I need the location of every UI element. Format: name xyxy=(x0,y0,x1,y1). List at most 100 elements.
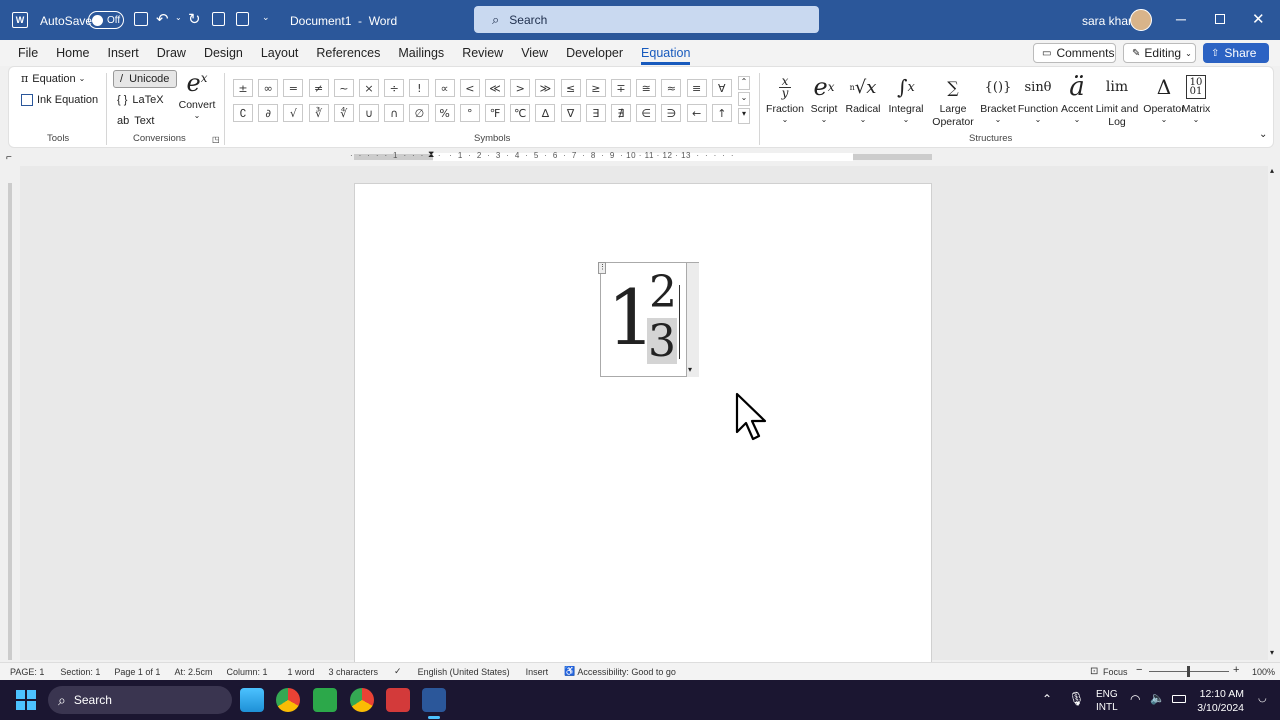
status-section[interactable]: Section: 1 xyxy=(60,667,100,677)
close-icon[interactable]: ✕ xyxy=(1252,10,1265,28)
share-button[interactable]: ⇧ Share xyxy=(1203,43,1269,63)
equation-numerator[interactable]: 2 xyxy=(649,267,677,319)
search-box[interactable]: ⌕ Search xyxy=(474,6,819,33)
symbol-button[interactable]: ∀ xyxy=(711,79,732,97)
equation-button[interactable]: π Equation ⌄ xyxy=(21,72,85,85)
status-page[interactable]: PAGE: 1 xyxy=(10,667,44,677)
matrix-button[interactable]: 10 01 Matrix ⌄ xyxy=(1181,71,1211,124)
notification-icon[interactable]: ◡ xyxy=(1258,693,1267,704)
equation-handle-icon[interactable]: ⋮ xyxy=(598,262,606,274)
limit-log-button[interactable]: lim Limit and Log xyxy=(1093,71,1141,129)
zoom-slider-thumb[interactable] xyxy=(1187,666,1190,677)
symbol-button[interactable]: ≫ xyxy=(535,79,556,97)
symbol-button[interactable]: ∅ xyxy=(409,104,430,122)
equation-box[interactable]: ⋮ 1 2 3 ▾ xyxy=(598,262,699,377)
large-operator-button[interactable]: ∑ Large Operator xyxy=(921,71,985,129)
undo-dropdown-icon[interactable]: ⌄ xyxy=(175,13,182,22)
symbol-button[interactable]: ∓ xyxy=(611,79,631,97)
status-column[interactable]: Column: 1 xyxy=(226,667,267,677)
vertical-scrollbar[interactable]: ▴ ▾ xyxy=(1268,166,1280,660)
symbol-button[interactable]: ℃ xyxy=(510,104,531,122)
radical-button[interactable]: n √ x Radical ⌄ xyxy=(843,71,883,125)
symbol-button[interactable]: √ xyxy=(283,104,304,122)
equation-options-bar[interactable] xyxy=(686,263,699,377)
autosave-toggle[interactable]: Off xyxy=(88,11,124,29)
collapse-ribbon-icon[interactable]: ⌄ xyxy=(1259,129,1267,140)
tab-view[interactable]: View xyxy=(521,46,548,60)
redo-icon[interactable]: ↻ xyxy=(188,10,201,28)
symbol-button[interactable]: ∛ xyxy=(308,104,329,122)
chevron-up-icon[interactable]: ⌃ xyxy=(1042,692,1052,706)
accent-button[interactable]: ä Accent ⌄ xyxy=(1059,71,1095,124)
editing-button[interactable]: ✎ Editing ⌄ xyxy=(1123,43,1196,63)
symbol-button[interactable]: ≤ xyxy=(560,79,581,97)
camtasia-green-icon[interactable] xyxy=(313,688,337,712)
symbol-button[interactable]: ≪ xyxy=(485,79,505,97)
symbol-button[interactable]: ∋ xyxy=(661,104,682,122)
status-page-of[interactable]: Page 1 of 1 xyxy=(114,667,160,677)
bracket-button[interactable]: {()} Bracket ⌄ xyxy=(977,71,1019,125)
vertical-ruler[interactable] xyxy=(0,166,20,660)
horizontal-ruler[interactable]: ⌐ · · · · · 1 · · · · · · 1 · 2 · 3 · 4 … xyxy=(0,148,1280,166)
symbol-button[interactable]: ≠ xyxy=(308,79,329,97)
wifi-icon[interactable]: ◠ xyxy=(1130,692,1140,706)
symbol-button[interactable]: ∞ xyxy=(258,79,279,97)
tab-home[interactable]: Home xyxy=(56,46,89,60)
symbol-button[interactable]: = xyxy=(283,79,304,97)
minimize-icon[interactable]: ─ xyxy=(1176,11,1186,27)
focus-button[interactable]: Focus xyxy=(1103,667,1128,677)
function-button[interactable]: sinθ Function ⌄ xyxy=(1017,71,1059,125)
convert-button[interactable]: ex Convert ⌄ xyxy=(177,69,217,120)
tab-mailings[interactable]: Mailings xyxy=(398,46,444,60)
windows-start-icon[interactable] xyxy=(16,690,36,710)
zoom-level[interactable]: 100% xyxy=(1252,667,1275,677)
symbol-button[interactable]: ∜ xyxy=(333,104,354,122)
symbols-more-icon[interactable]: ▾ xyxy=(738,108,750,124)
symbol-button[interactable]: ° xyxy=(459,104,480,122)
symbol-button[interactable]: ≥ xyxy=(585,79,606,97)
status-language[interactable]: English (United States) xyxy=(418,667,510,677)
symbol-button[interactable]: ∇ xyxy=(560,104,581,122)
equation-options-icon[interactable]: ▾ xyxy=(688,365,692,374)
status-at[interactable]: At: 2.5cm xyxy=(174,667,212,677)
symbol-button[interactable]: ≈ xyxy=(661,79,682,97)
restore-icon[interactable] xyxy=(1215,14,1225,24)
microphone-icon[interactable]: 🎙 xyxy=(1068,691,1085,707)
avatar[interactable] xyxy=(1130,9,1152,31)
comments-button[interactable]: ▭ Comments xyxy=(1033,43,1116,63)
symbol-button[interactable]: ~ xyxy=(333,79,354,97)
word-app-icon[interactable]: W xyxy=(12,12,28,28)
symbol-button[interactable]: ≡ xyxy=(686,79,707,97)
scroll-up-icon[interactable]: ▴ xyxy=(1270,166,1274,175)
symbol-button[interactable]: ! xyxy=(409,79,430,97)
tab-design[interactable]: Design xyxy=(204,46,243,60)
equation-denominator[interactable]: 3 xyxy=(647,318,677,366)
user-name[interactable]: sara khan xyxy=(1082,14,1135,28)
chrome-icon[interactable] xyxy=(276,688,300,712)
language-indicator[interactable]: ENG INTL xyxy=(1096,688,1118,714)
touch-mode-icon[interactable] xyxy=(212,12,225,26)
tab-insert[interactable]: Insert xyxy=(108,46,139,60)
symbol-button[interactable]: ∪ xyxy=(359,104,379,122)
save-icon[interactable] xyxy=(134,12,148,26)
ink-equation-button[interactable]: Ink Equation xyxy=(21,94,98,106)
scroll-down-icon[interactable]: ▾ xyxy=(1270,648,1274,657)
indent-marker-icon[interactable]: ⧗ xyxy=(428,149,434,160)
battery-icon[interactable] xyxy=(1172,695,1186,703)
symbol-button[interactable]: % xyxy=(434,104,455,122)
tab-references[interactable]: References xyxy=(316,46,380,60)
script-button[interactable]: ex Script ⌄ xyxy=(807,71,841,124)
symbol-button[interactable]: < xyxy=(459,79,480,97)
symbol-button[interactable]: ↑ xyxy=(711,104,732,122)
symbol-button[interactable]: ∝ xyxy=(434,79,455,97)
undo-icon[interactable]: ↶ xyxy=(156,10,169,28)
tab-equation[interactable]: Equation xyxy=(641,46,691,65)
latex-button[interactable]: { } LaTeX xyxy=(117,94,164,106)
chrome-profile-icon[interactable] xyxy=(350,688,374,712)
symbol-button[interactable]: × xyxy=(359,79,379,97)
proofing-icon[interactable]: ✓ xyxy=(394,666,402,677)
word-taskbar-icon[interactable] xyxy=(422,688,446,712)
status-mode[interactable]: Insert xyxy=(526,667,549,677)
status-words[interactable]: 1 word xyxy=(287,667,314,677)
symbol-button[interactable]: ± xyxy=(233,79,253,97)
